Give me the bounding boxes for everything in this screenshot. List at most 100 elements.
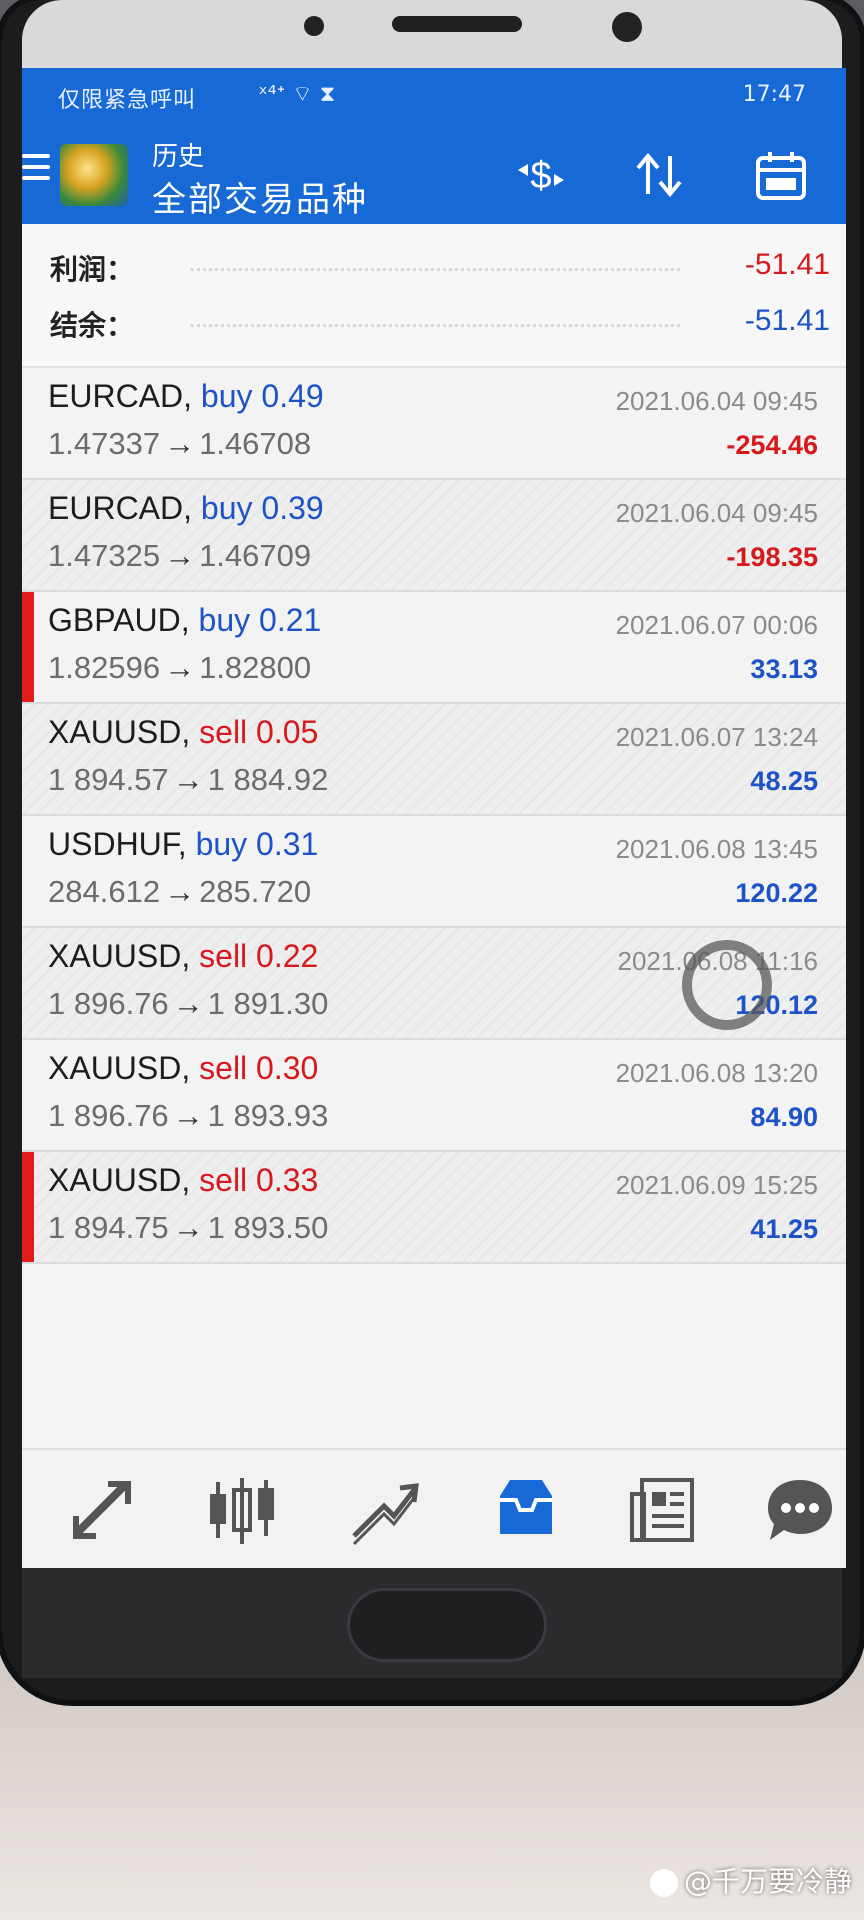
row-marker: [22, 592, 34, 702]
trade-time: 2021.06.08 13:45: [615, 834, 818, 864]
close-price: 1.46709: [199, 538, 312, 573]
page-subtitle: 历史: [152, 142, 205, 172]
currency-exchange-icon[interactable]: $: [512, 146, 570, 204]
trade-symbol: USDHUF: [48, 826, 178, 862]
trade-side: sell: [199, 1050, 248, 1086]
front-sensor-icon: [304, 16, 324, 36]
trade-history-list: EURCAD, buy 0.49 1.47337 → 1.46708 2021.06.0…: [22, 368, 846, 1264]
separator: ,: [183, 378, 201, 414]
arrow-right-icon: →: [172, 762, 204, 797]
balance-row: 结余： -51.41: [50, 298, 830, 348]
divider-dots: [190, 324, 680, 327]
trade-prices: 1.47337 → 1.46708: [48, 426, 311, 462]
history-icon[interactable]: [486, 1470, 566, 1550]
separator: ,: [177, 826, 196, 862]
trade-volume: 0.31: [256, 826, 319, 862]
trade-symbol: XAUUSD: [48, 1162, 182, 1198]
trade-prices: 284.612 → 285.720: [48, 874, 311, 910]
trade-symbol: EURCAD: [48, 378, 184, 414]
trade-symbol-line: GBPAUD, buy 0.21: [48, 602, 321, 639]
open-price: 1.82596: [48, 650, 161, 685]
trade-row[interactable]: XAUUSD, sell 0.30 1 896.76 → 1 893.93 2021.0…: [22, 1040, 846, 1152]
close-price: 1.46708: [199, 426, 312, 461]
watermark-logo-icon: [649, 1869, 678, 1897]
loading-spinner-icon: [682, 940, 772, 1030]
trade-time: 2021.06.04 09:45: [615, 386, 818, 416]
trade-symbol-line: XAUUSD, sell 0.05: [48, 714, 318, 751]
trade-symbol-line: USDHUF, buy 0.31: [48, 826, 318, 863]
watermark-text: @千万要冷静: [683, 1865, 852, 1898]
trade-side: buy: [195, 826, 248, 862]
close-price: 1.82800: [199, 650, 312, 685]
trade-symbol-line: XAUUSD, sell 0.22: [48, 938, 318, 975]
open-price: 1 894.75: [48, 1210, 169, 1245]
open-price: 1 894.57: [48, 762, 169, 797]
trade-profit: 84.90: [750, 1102, 818, 1132]
trade-volume: 0.05: [256, 714, 319, 750]
carrier-text: 仅限紧急呼叫: [58, 88, 197, 113]
bottom-navigation: [22, 1448, 846, 1568]
trade-icon[interactable]: [344, 1470, 424, 1550]
app-logo: [60, 144, 128, 206]
news-icon[interactable]: [626, 1470, 706, 1550]
trade-side: buy: [198, 602, 251, 638]
page-title[interactable]: 全部交易品种: [152, 172, 368, 221]
profit-value: -51.41: [744, 248, 830, 281]
trade-volume: 0.33: [256, 1162, 319, 1198]
balance-label: 结余：: [50, 309, 135, 342]
trade-side: buy: [200, 490, 253, 526]
calendar-icon[interactable]: [752, 146, 810, 204]
phone-body: 仅限紧急呼叫 ˣ⁴ᐩ ⌔ ⧗ 17:47 历史 全部交易品种 $ 利润： -51…: [2, 0, 860, 1700]
separator: ,: [181, 714, 200, 750]
open-price: 1 896.76: [48, 1098, 169, 1133]
separator: ,: [181, 1050, 200, 1086]
arrow-right-icon: →: [164, 650, 196, 685]
menu-icon[interactable]: [22, 154, 50, 184]
separator: ,: [180, 602, 199, 638]
separator: ,: [183, 490, 201, 526]
trade-prices: 1.82596 → 1.82800: [48, 650, 311, 686]
trade-row[interactable]: XAUUSD, sell 0.33 1 894.75 → 1 893.50 2021.0…: [22, 1152, 846, 1264]
trade-profit: 41.25: [750, 1214, 818, 1244]
arrow-right-icon: →: [164, 538, 196, 573]
close-price: 1 893.93: [207, 1098, 329, 1133]
earpiece-speaker: [392, 16, 522, 32]
trade-time: 2021.06.04 09:45: [615, 498, 818, 528]
quotes-icon[interactable]: [62, 1470, 142, 1550]
trade-symbol: XAUUSD: [48, 1050, 182, 1086]
open-price: 1.47325: [48, 538, 161, 573]
trade-row[interactable]: USDHUF, buy 0.31 284.612 → 285.720 2021.06.0…: [22, 816, 846, 928]
sort-icon[interactable]: [630, 146, 688, 204]
trade-time: 2021.06.08 13:20: [615, 1058, 818, 1088]
trade-prices: 1.47325 → 1.46709: [48, 538, 311, 574]
trade-symbol: XAUUSD: [48, 938, 182, 974]
trade-row[interactable]: EURCAD, buy 0.39 1.47325 → 1.46709 2021.06.0…: [22, 480, 846, 592]
trade-volume: 0.39: [261, 490, 324, 526]
trade-side: sell: [199, 714, 248, 750]
chart-icon[interactable]: [202, 1470, 282, 1550]
close-price: 1 891.30: [207, 986, 329, 1021]
trade-volume: 0.49: [261, 378, 324, 414]
app-bar: 历史 全部交易品种 $: [22, 124, 846, 224]
trade-row[interactable]: XAUUSD, sell 0.05 1 894.57 → 1 884.92 2021.0…: [22, 704, 846, 816]
trade-volume: 0.22: [256, 938, 319, 974]
trade-volume: 0.21: [259, 602, 322, 638]
trade-prices: 1 894.57 → 1 884.92: [48, 762, 328, 798]
watermark: @千万要冷静: [649, 1860, 852, 1900]
trade-profit: -198.35: [726, 542, 818, 572]
status-bar: 仅限紧急呼叫 ˣ⁴ᐩ ⌔ ⧗ 17:47: [22, 68, 846, 124]
arrow-right-icon: →: [164, 426, 196, 461]
divider-dots: [190, 268, 680, 271]
arrow-right-icon: →: [172, 986, 204, 1021]
trade-symbol-line: XAUUSD, sell 0.33: [48, 1162, 318, 1199]
trade-symbol: EURCAD: [48, 490, 184, 526]
trade-symbol: XAUUSD: [48, 714, 182, 750]
trade-profit: -254.46: [726, 430, 818, 460]
open-price: 1.47337: [48, 426, 161, 461]
trade-row[interactable]: GBPAUD, buy 0.21 1.82596 → 1.82800 2021.06.0…: [22, 592, 846, 704]
chat-icon[interactable]: [760, 1470, 840, 1550]
trade-symbol-line: EURCAD, buy 0.39: [48, 490, 324, 527]
arrow-right-icon: →: [164, 874, 196, 909]
trade-time: 2021.06.07 00:06: [615, 610, 818, 640]
trade-row[interactable]: EURCAD, buy 0.49 1.47337 → 1.46708 2021.06.0…: [22, 368, 846, 480]
